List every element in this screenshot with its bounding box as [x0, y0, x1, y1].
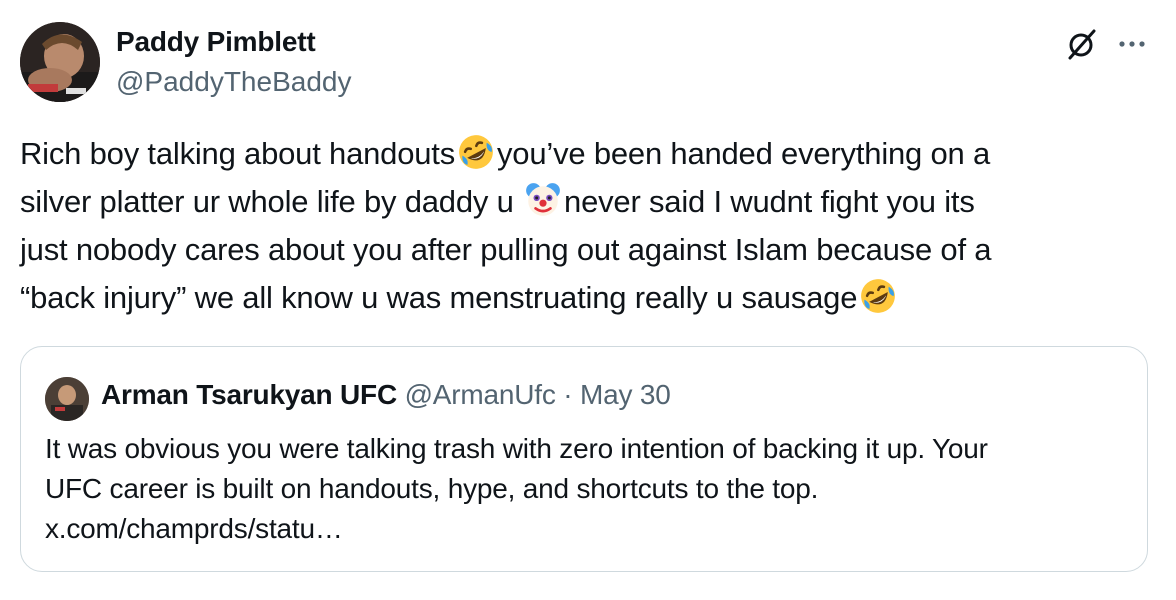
grok-button[interactable]	[1062, 24, 1102, 64]
rolling-laughing-emoji-icon	[459, 135, 493, 169]
tweet-line: “back injury” we all know u was menstrua…	[20, 274, 1160, 322]
author-handle[interactable]: @PaddyTheBaddy	[116, 66, 351, 98]
clown-face-emoji-icon	[526, 183, 560, 216]
author-name[interactable]: Paddy Pimblett	[116, 26, 316, 58]
grok-icon	[1068, 29, 1096, 60]
rolling-laughing-emoji-icon	[861, 279, 896, 313]
tweet: Paddy Pimblett @PaddyTheBaddy Rich boy t…	[0, 0, 1176, 600]
tweet-text-segment: you’ve been handed everything on a	[497, 136, 991, 171]
tweet-text-segment: silver platter ur whole life by daddy u	[20, 184, 523, 219]
quoted-text-line: It was obvious you were talking trash wi…	[45, 433, 988, 464]
quoted-separator: ·	[563, 379, 573, 410]
more-icon	[1119, 41, 1145, 47]
quoted-text-line: UFC career is built on handouts, hype, a…	[45, 473, 819, 504]
tweet-line: Rich boy talking about handouts you’ve b…	[20, 130, 1160, 178]
quoted-author-handle[interactable]: @ArmanUfc	[405, 379, 556, 410]
quoted-tweet-card[interactable]: Arman Tsarukyan UFC @ArmanUfc · May 30 I…	[20, 346, 1148, 572]
tweet-text-segment: Rich boy talking about handouts	[20, 136, 455, 171]
more-button[interactable]	[1110, 24, 1154, 64]
author-avatar[interactable]	[20, 22, 100, 102]
quoted-date[interactable]: May 30	[580, 379, 671, 410]
tweet-text-segment: just nobody cares about you after pullin…	[20, 232, 992, 267]
tweet-text-segment: never said I wudnt fight you its	[564, 184, 975, 219]
quoted-header: Arman Tsarukyan UFC @ArmanUfc · May 30	[101, 379, 671, 411]
tweet-text-segment: “back injury” we all know u was menstrua…	[20, 280, 858, 315]
tweet-line: silver platter ur whole life by daddy u …	[20, 178, 1160, 226]
quoted-author-name[interactable]: Arman Tsarukyan UFC	[101, 379, 397, 410]
quoted-link[interactable]: x.com/champrds/statu…	[45, 509, 1125, 549]
quoted-author-avatar[interactable]	[45, 377, 89, 421]
tweet-line: just nobody cares about you after pullin…	[20, 226, 1160, 274]
tweet-text: Rich boy talking about handouts you’ve b…	[20, 130, 1160, 322]
quoted-text: It was obvious you were talking trash wi…	[45, 429, 1125, 549]
